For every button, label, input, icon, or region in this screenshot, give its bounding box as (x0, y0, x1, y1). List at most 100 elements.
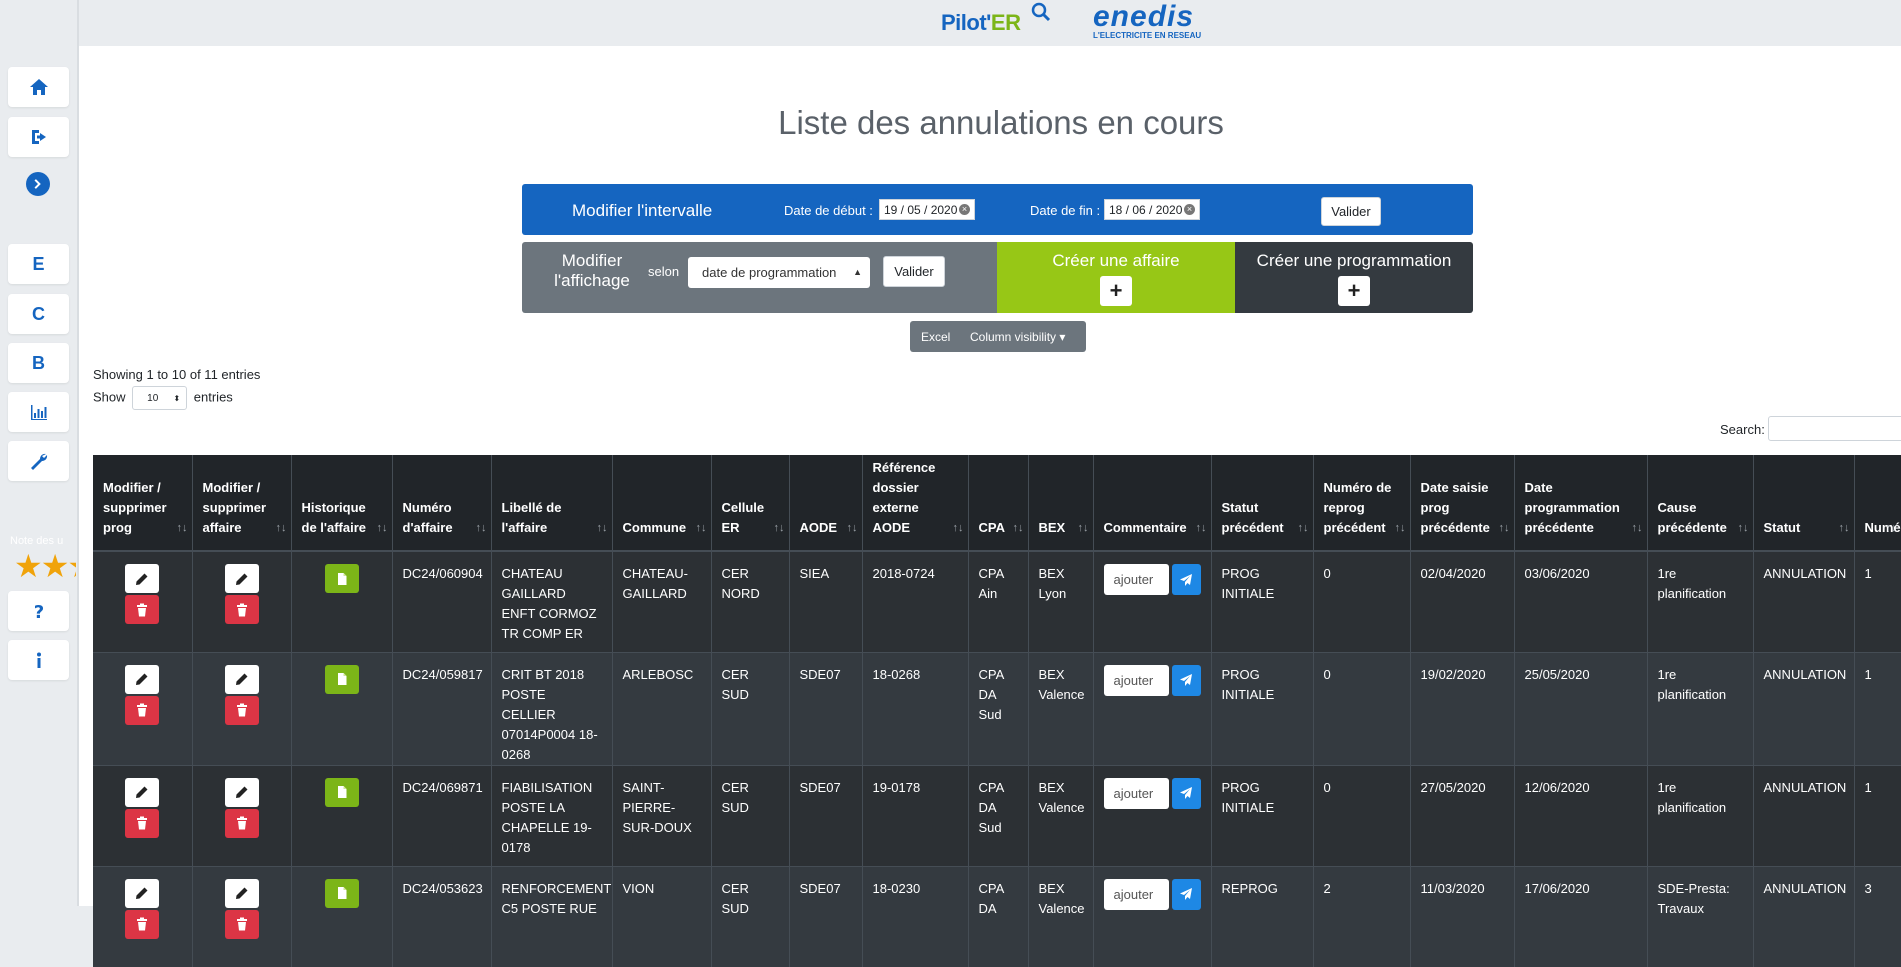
sort-icon: ↑↓ (952, 522, 964, 534)
history-button[interactable] (324, 777, 359, 807)
column-header-label: Numéro d'affaire (402, 500, 453, 535)
sidebar-item-b[interactable]: B (8, 343, 69, 383)
comment-input[interactable]: ajouter (1103, 564, 1169, 595)
cell-actions-prog (93, 865, 193, 967)
send-comment-button[interactable] (1171, 664, 1201, 696)
column-header[interactable]: Numéro de reprog précédent ↑↓ (1313, 455, 1411, 552)
sort-icon: ↑↓ (1297, 522, 1309, 534)
annulations-table: Modifier / supprimer prog ↑↓ Modifier / su… (93, 455, 1901, 967)
cell-statut: ANNULATION (1753, 651, 1855, 765)
show-label: Show (93, 389, 126, 405)
interval-validate-button[interactable]: Valider (1321, 197, 1381, 226)
excel-button[interactable]: Excel (921, 330, 950, 344)
history-button[interactable] (324, 878, 359, 908)
expand-sidebar-button[interactable] (26, 172, 50, 196)
edit-prog-button[interactable] (125, 564, 160, 593)
delete-prog-button[interactable] (125, 595, 160, 624)
send-comment-button[interactable] (1171, 777, 1201, 809)
info-icon (36, 652, 41, 668)
edit-affaire-button[interactable] (224, 777, 259, 807)
delete-prog-button[interactable] (125, 909, 160, 939)
stats-button[interactable] (8, 392, 69, 432)
column-header-label: AODE (799, 520, 838, 535)
cell-bex: BEX Valence (1028, 651, 1094, 765)
cell-num: DC24/060904 (392, 550, 492, 652)
trash-icon (137, 603, 148, 616)
create-affaire-button[interactable]: + (1100, 276, 1132, 306)
sort-icon: ↑↓ (275, 522, 287, 534)
display-mode-select[interactable]: date de programmation ▲ (688, 257, 870, 288)
edit-affaire-button[interactable] (224, 564, 259, 593)
sidebar-item-c[interactable]: C (8, 294, 69, 334)
column-header[interactable]: Cellule ER ↑↓ (711, 455, 790, 552)
table-body: DC24/060904 CHATEAU GAILLARD ENFT CORMOZ … (93, 550, 1901, 967)
column-header[interactable]: Statut ↑↓ (1753, 455, 1855, 552)
column-visibility-button[interactable]: Column visibility ▾ (970, 330, 1065, 344)
history-button[interactable] (324, 564, 359, 593)
info-button[interactable] (8, 640, 69, 680)
send-comment-button[interactable] (1171, 564, 1201, 595)
page-length-select[interactable]: 10 ⬍ (132, 386, 188, 410)
sort-icon: ↑↓ (475, 522, 487, 534)
home-button[interactable] (8, 67, 69, 107)
column-header[interactable]: AODE ↑↓ (789, 455, 863, 552)
home-icon (29, 79, 48, 95)
cell-num_reprog: 0 (1313, 764, 1411, 866)
end-date-input[interactable]: 18 / 06 / 2020 × (1104, 199, 1200, 220)
history-button[interactable] (324, 664, 359, 694)
delete-prog-button[interactable] (125, 695, 160, 725)
cell-cpa: CPA DA Sud (968, 651, 1029, 765)
clear-start-icon[interactable]: × (959, 204, 970, 215)
comment-input[interactable]: ajouter (1103, 777, 1169, 809)
comment-input[interactable]: ajouter (1103, 664, 1169, 696)
delete-affaire-button[interactable] (224, 909, 259, 939)
edit-affaire-button[interactable] (224, 878, 259, 908)
logout-button[interactable] (8, 117, 69, 157)
cell-num_reprog: 2 (1313, 865, 1411, 967)
cell-num: DC24/053623 (392, 865, 492, 967)
column-header[interactable]: Commune ↑↓ (612, 455, 712, 552)
column-header[interactable]: CPA ↑↓ (968, 455, 1029, 552)
send-comment-button[interactable] (1171, 878, 1201, 910)
delete-affaire-button[interactable] (224, 695, 259, 725)
column-header[interactable]: Date saisie prog précédente ↑↓ (1410, 455, 1515, 552)
column-header[interactable]: Modifier / supprimer affaire ↑↓ (192, 455, 292, 552)
rating-stars[interactable]: ★★★ (14, 548, 76, 584)
cell-statut_prec: REPROG (1211, 865, 1314, 967)
start-date-input[interactable]: 19 / 05 / 2020 × (879, 199, 975, 220)
comment-input[interactable]: ajouter (1103, 878, 1169, 910)
column-header-label: Référence dossier externe AODE (872, 460, 936, 535)
delete-affaire-button[interactable] (224, 595, 259, 624)
column-header[interactable]: Numé ↑↓ (1854, 455, 1901, 552)
column-header[interactable]: Statut précédent ↑↓ (1211, 455, 1314, 552)
create-prog-button[interactable]: + (1338, 276, 1370, 306)
delete-prog-button[interactable] (125, 808, 160, 838)
cell-num_reprog: 0 (1313, 651, 1411, 765)
column-header[interactable]: Libellé de l'affaire ↑↓ (491, 455, 613, 552)
edit-affaire-button[interactable] (224, 664, 259, 694)
sidebar-item-c-label: C (32, 303, 45, 324)
column-header[interactable]: BEX ↑↓ (1028, 455, 1094, 552)
delete-affaire-button[interactable] (224, 808, 259, 838)
column-header[interactable]: Historique de l'affaire ↑↓ (291, 455, 393, 552)
pencil-icon (136, 673, 148, 685)
display-validate-button[interactable]: Valider (883, 256, 945, 287)
clear-end-icon[interactable]: × (1184, 204, 1195, 215)
column-header[interactable]: Commentaire ↑↓ (1093, 455, 1212, 552)
cell-aode: SIEA (789, 550, 863, 652)
settings-button[interactable] (8, 441, 69, 481)
column-header[interactable]: Date programmation précédente ↑↓ (1514, 455, 1648, 552)
column-header[interactable]: Modifier / supprimer prog ↑↓ (93, 455, 193, 552)
bar-chart-icon (30, 405, 47, 420)
start-date-value: 19 / 05 / 2020 (884, 203, 958, 217)
help-button[interactable]: ? (8, 591, 69, 631)
edit-prog-button[interactable] (125, 777, 160, 807)
sidebar-item-e[interactable]: E (8, 244, 69, 284)
rating-label: Note des u (10, 535, 64, 547)
column-header[interactable]: Cause précédente ↑↓ (1647, 455, 1754, 552)
edit-prog-button[interactable] (125, 664, 160, 694)
column-header[interactable]: Référence dossier externe AODE ↑↓ (862, 455, 969, 552)
column-header[interactable]: Numéro d'affaire ↑↓ (392, 455, 492, 552)
search-input[interactable] (1768, 416, 1901, 441)
edit-prog-button[interactable] (125, 878, 160, 908)
